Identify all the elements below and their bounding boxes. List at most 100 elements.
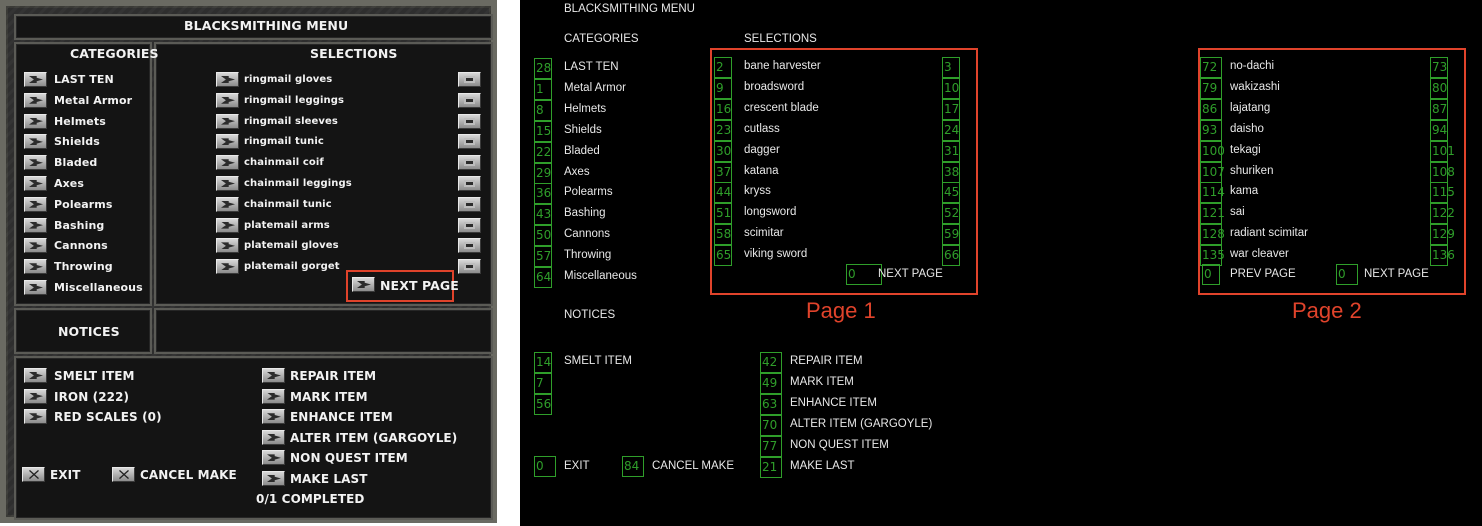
selection-make-button[interactable]	[216, 196, 239, 212]
selection-info-button[interactable]	[458, 217, 481, 233]
page2-info-id[interactable]: 87	[1430, 98, 1448, 120]
selection-make-button[interactable]	[216, 72, 239, 87]
page2-item-id[interactable]: 114	[1200, 182, 1225, 204]
selection-info-button[interactable]	[458, 92, 481, 108]
notice-action-button[interactable]	[24, 368, 47, 383]
page1-next-id[interactable]: 0	[846, 264, 882, 285]
page1-info-id[interactable]: 10	[942, 77, 960, 99]
page1-item-id[interactable]: 44	[714, 182, 732, 204]
schematic-action-id[interactable]: 49	[760, 372, 782, 394]
page2-item-id[interactable]: 86	[1200, 98, 1222, 120]
selection-info-button[interactable]	[458, 238, 481, 254]
selection-info-button[interactable]	[458, 155, 481, 171]
page2-info-id[interactable]: 101	[1430, 140, 1455, 162]
item-action-button[interactable]	[262, 368, 285, 383]
page2-info-id[interactable]: 115	[1430, 182, 1455, 204]
item-action-button[interactable]	[262, 388, 285, 404]
page1-info-id[interactable]: 3	[942, 57, 960, 78]
item-action-button[interactable]	[262, 429, 285, 445]
schematic-category-id[interactable]: 43	[534, 204, 552, 226]
selection-info-button[interactable]	[458, 196, 481, 212]
page1-item-id[interactable]: 2	[714, 57, 732, 78]
selection-make-button[interactable]	[216, 217, 239, 233]
notice-action-button[interactable]	[24, 388, 47, 404]
page2-item-id[interactable]: 79	[1200, 77, 1222, 99]
category-button[interactable]	[24, 259, 47, 275]
page2-info-id[interactable]: 80	[1430, 77, 1448, 99]
category-button[interactable]	[24, 280, 47, 295]
page1-item-id[interactable]: 65	[714, 245, 732, 267]
page1-item-id[interactable]: 58	[714, 224, 732, 246]
schematic-category-id[interactable]: 15	[534, 120, 552, 142]
page1-item-id[interactable]: 23	[714, 119, 732, 141]
page2-item-id[interactable]: 121	[1200, 203, 1225, 225]
page2-info-id[interactable]: 129	[1430, 224, 1455, 246]
category-button[interactable]	[24, 196, 47, 212]
cancel-make-button[interactable]	[112, 467, 135, 482]
page2-info-id[interactable]: 122	[1430, 203, 1455, 225]
page2-info-id[interactable]: 108	[1430, 161, 1455, 183]
category-button[interactable]	[24, 72, 47, 87]
schematic-category-id[interactable]: 22	[534, 141, 552, 163]
category-button[interactable]	[24, 113, 47, 129]
selection-make-button[interactable]	[216, 238, 239, 254]
schematic-category-id[interactable]: 29	[534, 162, 552, 184]
category-button[interactable]	[24, 92, 47, 108]
page2-item-id[interactable]: 107	[1200, 161, 1225, 183]
schematic-category-id[interactable]: 50	[534, 225, 552, 247]
page1-info-id[interactable]: 66	[942, 245, 960, 267]
schematic-action-id[interactable]: 77	[760, 435, 782, 457]
schematic-notice-id[interactable]: 56	[534, 393, 552, 415]
page2-next-id[interactable]: 0	[1336, 264, 1358, 285]
page2-item-id[interactable]: 135	[1200, 245, 1225, 267]
page2-info-id[interactable]: 94	[1430, 119, 1448, 141]
schematic-category-id[interactable]: 57	[534, 246, 552, 268]
page2-item-id[interactable]: 128	[1200, 224, 1225, 246]
schematic-category-id[interactable]: 1	[534, 78, 552, 100]
schematic-category-id[interactable]: 8	[534, 99, 552, 121]
notice-action-button[interactable]	[24, 409, 47, 425]
schematic-cancel-make-id[interactable]: 84	[622, 456, 644, 477]
page1-info-id[interactable]: 52	[942, 203, 960, 225]
schematic-action-id[interactable]: 70	[760, 414, 782, 436]
page2-info-id[interactable]: 136	[1430, 245, 1455, 267]
item-action-button[interactable]	[262, 471, 285, 486]
page1-info-id[interactable]: 17	[942, 98, 960, 120]
selection-info-button[interactable]	[458, 259, 481, 275]
page1-item-id[interactable]: 30	[714, 140, 732, 162]
selection-make-button[interactable]	[216, 176, 239, 191]
page1-info-id[interactable]: 45	[942, 182, 960, 204]
page2-item-id[interactable]: 100	[1200, 140, 1225, 162]
page1-info-id[interactable]: 31	[942, 140, 960, 162]
page1-item-id[interactable]: 51	[714, 203, 732, 225]
schematic-action-id[interactable]: 63	[760, 393, 782, 415]
item-action-button[interactable]	[262, 409, 285, 425]
schematic-category-id[interactable]: 64	[534, 267, 552, 288]
selection-make-button[interactable]	[216, 113, 239, 129]
exit-button[interactable]	[22, 467, 45, 482]
page2-item-id[interactable]: 72	[1200, 57, 1222, 78]
schematic-action-id[interactable]: 42	[760, 352, 782, 373]
schematic-action-id[interactable]: 21	[760, 456, 782, 478]
page2-item-id[interactable]: 93	[1200, 119, 1222, 141]
page2-info-id[interactable]: 73	[1430, 57, 1448, 78]
selection-make-button[interactable]	[216, 259, 239, 275]
schematic-category-id[interactable]: 28	[534, 58, 552, 79]
selection-make-button[interactable]	[216, 155, 239, 171]
page1-item-id[interactable]: 16	[714, 98, 732, 120]
page1-item-id[interactable]: 37	[714, 161, 732, 183]
schematic-notice-id[interactable]: 14	[534, 352, 552, 373]
schematic-notice-id[interactable]: 7	[534, 372, 552, 394]
category-button[interactable]	[24, 134, 47, 150]
schematic-category-id[interactable]: 36	[534, 183, 552, 205]
category-button[interactable]	[24, 176, 47, 191]
page1-info-id[interactable]: 24	[942, 119, 960, 141]
selection-info-button[interactable]	[458, 72, 481, 87]
selection-make-button[interactable]	[216, 134, 239, 150]
page1-info-id[interactable]: 59	[942, 224, 960, 246]
category-button[interactable]	[24, 155, 47, 171]
selection-info-button[interactable]	[458, 176, 481, 191]
page2-prev-id[interactable]: 0	[1202, 264, 1220, 285]
category-button[interactable]	[24, 238, 47, 254]
next-page-button[interactable]	[352, 277, 375, 292]
